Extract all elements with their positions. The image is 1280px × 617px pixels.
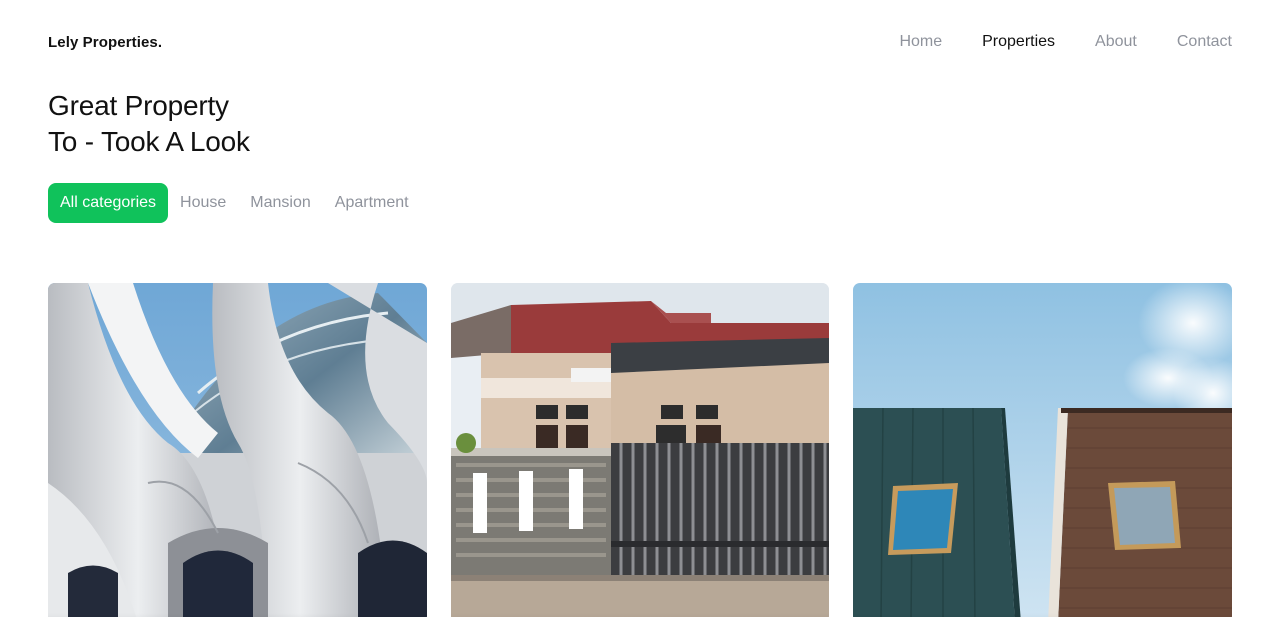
brand-logo[interactable]: Lely Properties. xyxy=(48,34,162,51)
category-filters: All categories House Mansion Apartment xyxy=(48,183,421,223)
property-card[interactable] xyxy=(451,283,829,617)
title-line-2: To - Took A Look xyxy=(48,126,250,157)
property-card[interactable] xyxy=(853,283,1232,617)
nav-properties-link[interactable]: Properties xyxy=(982,33,1055,51)
hero-section: Great Property To - Took A Look xyxy=(48,88,250,160)
property-card[interactable] xyxy=(48,283,427,617)
nav-contact-link[interactable]: Contact xyxy=(1177,33,1232,51)
filter-apartment[interactable]: Apartment xyxy=(323,183,421,223)
navbar: Lely Properties. Home Properties About C… xyxy=(0,0,1280,86)
property-grid xyxy=(48,283,1232,617)
title-line-1: Great Property xyxy=(48,90,229,121)
filter-all-categories[interactable]: All categories xyxy=(48,183,169,223)
property-image-arches xyxy=(48,283,427,617)
main-menu: Home Properties About Contact xyxy=(899,33,1232,51)
filter-house[interactable]: House xyxy=(168,183,238,223)
nav-about-link[interactable]: About xyxy=(1095,33,1137,51)
page-title: Great Property To - Took A Look xyxy=(48,88,250,160)
nav-home-link[interactable]: Home xyxy=(899,33,942,51)
property-image-modern-blocks xyxy=(853,283,1232,617)
filter-mansion[interactable]: Mansion xyxy=(238,183,322,223)
property-image-house xyxy=(451,283,829,617)
